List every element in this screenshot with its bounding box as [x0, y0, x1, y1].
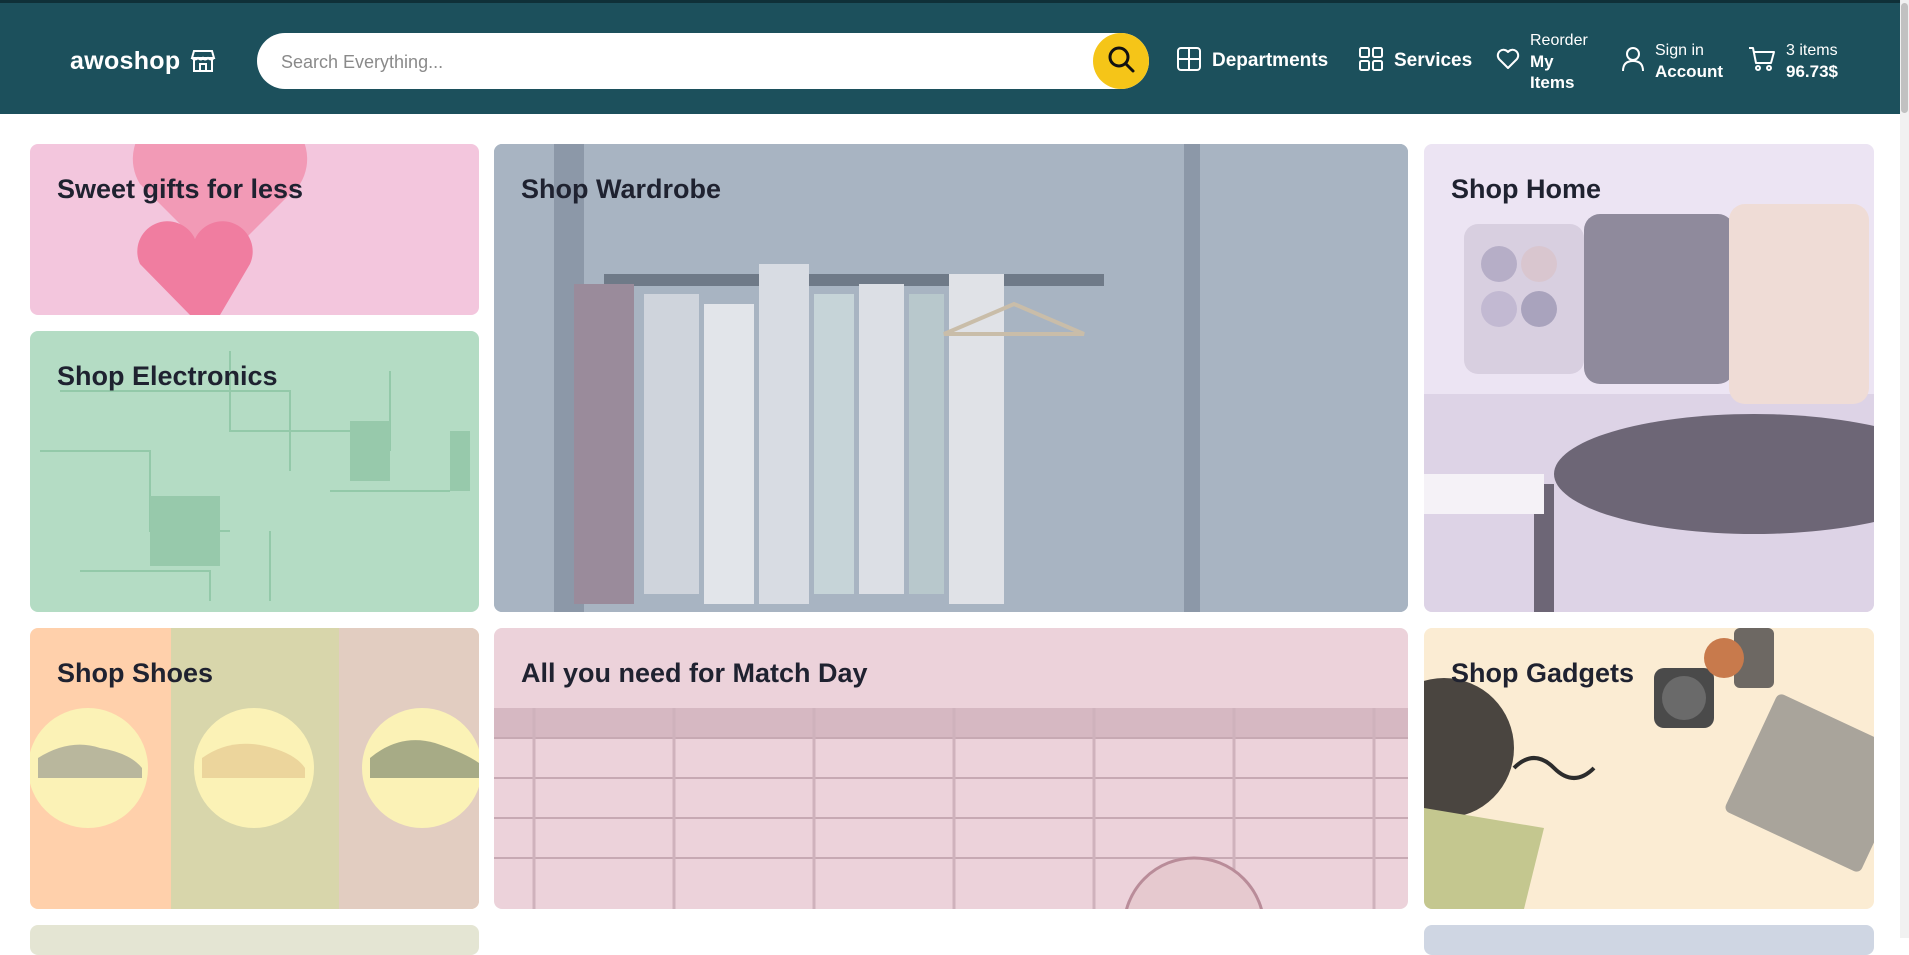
scrollbar[interactable]	[1900, 0, 1909, 938]
services-label: Services	[1394, 50, 1473, 71]
reorder-label-line1: My	[1530, 51, 1554, 71]
search-button[interactable]	[1093, 33, 1149, 89]
reorder-my-items[interactable]: Reorder My Items	[1496, 29, 1588, 93]
cart-button[interactable]: 3 items 96.73$	[1748, 29, 1838, 93]
tile-title: Shop Gadgets	[1451, 658, 1635, 688]
account-menu[interactable]: Sign in Account	[1621, 29, 1723, 93]
grid-icon	[1176, 46, 1202, 77]
tile-partial-right[interactable]	[1424, 925, 1874, 955]
wardrobe-image	[494, 144, 1408, 612]
apps-icon	[1358, 46, 1384, 77]
store-icon	[190, 49, 216, 73]
search-bar	[257, 33, 1149, 91]
tile-title: Shop Electronics	[57, 361, 278, 391]
tile-partial-left[interactable]	[30, 925, 479, 955]
tile-title: All you need for Match Day	[521, 658, 868, 688]
logo[interactable]: awoshop	[70, 43, 216, 79]
signin-label: Sign in	[1655, 42, 1704, 59]
departments-label: Departments	[1212, 50, 1329, 71]
tile-shoes[interactable]: Shop Shoes	[30, 628, 479, 909]
tile-title: Shop Shoes	[57, 658, 214, 688]
site-header: awoshop Search Everything... Departments…	[0, 0, 1909, 114]
scrollbar-thumb[interactable]	[1901, 3, 1908, 113]
account-label: Account	[1655, 62, 1723, 81]
cart-count: 3 items	[1786, 42, 1838, 59]
user-icon	[1621, 46, 1645, 77]
search-icon	[1106, 44, 1136, 79]
heart-icon	[1496, 48, 1520, 75]
tile-home[interactable]: Shop Home	[1424, 144, 1874, 612]
cart-icon	[1748, 46, 1776, 77]
tile-sweet-gifts[interactable]: Sweet gifts for less	[30, 144, 479, 315]
services-menu[interactable]: Services	[1358, 29, 1472, 93]
tile-title: Shop Home	[1451, 174, 1602, 204]
cart-total: 96.73$	[1786, 62, 1838, 81]
home-living-image	[1424, 204, 1874, 612]
tile-wardrobe[interactable]: Shop Wardrobe	[494, 144, 1408, 612]
reorder-small-label: Reorder	[1530, 31, 1588, 49]
tile-title: Sweet gifts for less	[57, 174, 304, 204]
reorder-label-line2: Items	[1530, 72, 1575, 92]
departments-menu[interactable]: Departments	[1176, 29, 1328, 93]
tile-gadgets[interactable]: Shop Gadgets	[1424, 628, 1874, 909]
tile-match-day[interactable]: All you need for Match Day	[494, 628, 1408, 909]
tile-title: Shop Wardrobe	[521, 174, 721, 204]
logo-text: awoshop	[70, 46, 181, 75]
tile-electronics[interactable]: Shop Electronics	[30, 331, 479, 612]
search-input[interactable]	[279, 33, 1083, 91]
heart-balloon-image	[132, 144, 308, 315]
